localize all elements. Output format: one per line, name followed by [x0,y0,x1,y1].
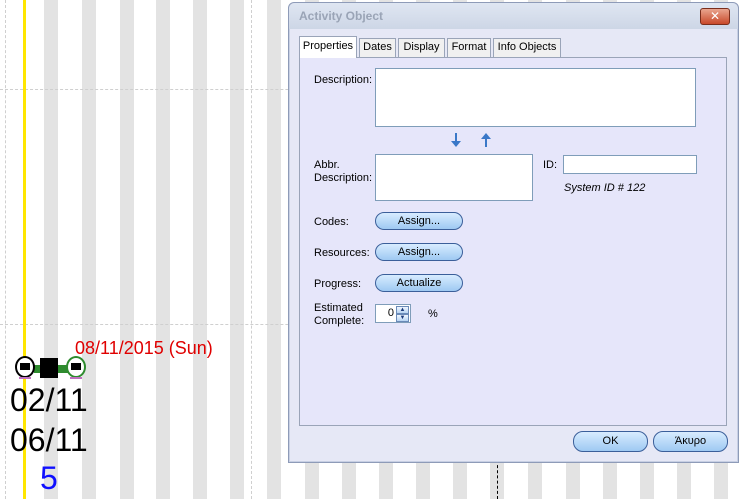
close-icon: ✕ [709,9,721,23]
estimated-label-line1: Estimated [314,302,363,314]
cancel-button[interactable]: Άκυρο [653,431,728,452]
codes-label: Codes: [314,216,349,228]
abbr-label-line1: Abbr. [314,159,340,171]
dialog-title: Activity Object [299,9,384,23]
system-id-label: System ID # 122 [564,182,646,194]
tab-format[interactable]: Format [447,38,491,57]
timescale-stripe [193,0,207,499]
resources-assign-button[interactable]: Assign... [375,243,463,261]
tab-info-objects[interactable]: Info Objects [493,38,561,57]
bar-date-label: 08/11/2015 (Sun) [75,338,213,358]
timescale-stripe [230,0,244,499]
id-label: ID: [543,159,558,171]
timescale-stripe [120,0,134,499]
tab-dates[interactable]: Dates [359,38,396,57]
codes-assign-button[interactable]: Assign... [375,212,463,230]
close-button[interactable]: ✕ [700,8,730,25]
description-field[interactable] [375,68,696,127]
duration-label: 5 [40,460,58,496]
resources-label: Resources: [314,247,370,259]
abbr-label-line2: Description: [314,172,373,184]
dialog-titlebar[interactable]: Activity Object ✕ [289,3,738,29]
timescale-stripe [156,0,170,499]
actualize-button[interactable]: Actualize [375,274,463,292]
activity-start-node[interactable] [15,356,35,379]
activity-bar-block [40,358,58,378]
activity-end-node[interactable] [66,356,86,379]
tab-display[interactable]: Display [398,38,445,57]
percent-sign: % [428,308,438,320]
estimated-complete-label: Estimated Complete: [314,302,364,328]
arrow-down-icon[interactable] [450,133,462,147]
progress-label: Progress: [314,278,362,290]
start-date-label: 02/11 [10,382,88,418]
timescale-stripe [267,0,281,499]
arrow-up-icon[interactable] [480,133,492,147]
activity-object-dialog: Activity Object ✕ Properties Dates Displ… [288,2,739,463]
ok-button[interactable]: OK [573,431,648,452]
id-field[interactable] [563,155,697,174]
spin-up-button[interactable]: ▲ [396,306,409,314]
grid-line [5,0,6,499]
abbr-description-label: Abbr. Description: [314,159,372,185]
description-label: Description: [314,74,373,86]
tab-properties[interactable]: Properties [299,36,357,58]
properties-panel: Description: Abbr. Description: ID: Syst… [299,57,727,426]
grid-line [251,0,252,499]
end-date-label: 06/11 [10,422,88,458]
spin-down-button[interactable]: ▼ [396,314,409,322]
abbr-description-field[interactable] [375,154,533,201]
marker-line [497,460,498,499]
estimated-label-line2: Complete: [314,315,365,327]
